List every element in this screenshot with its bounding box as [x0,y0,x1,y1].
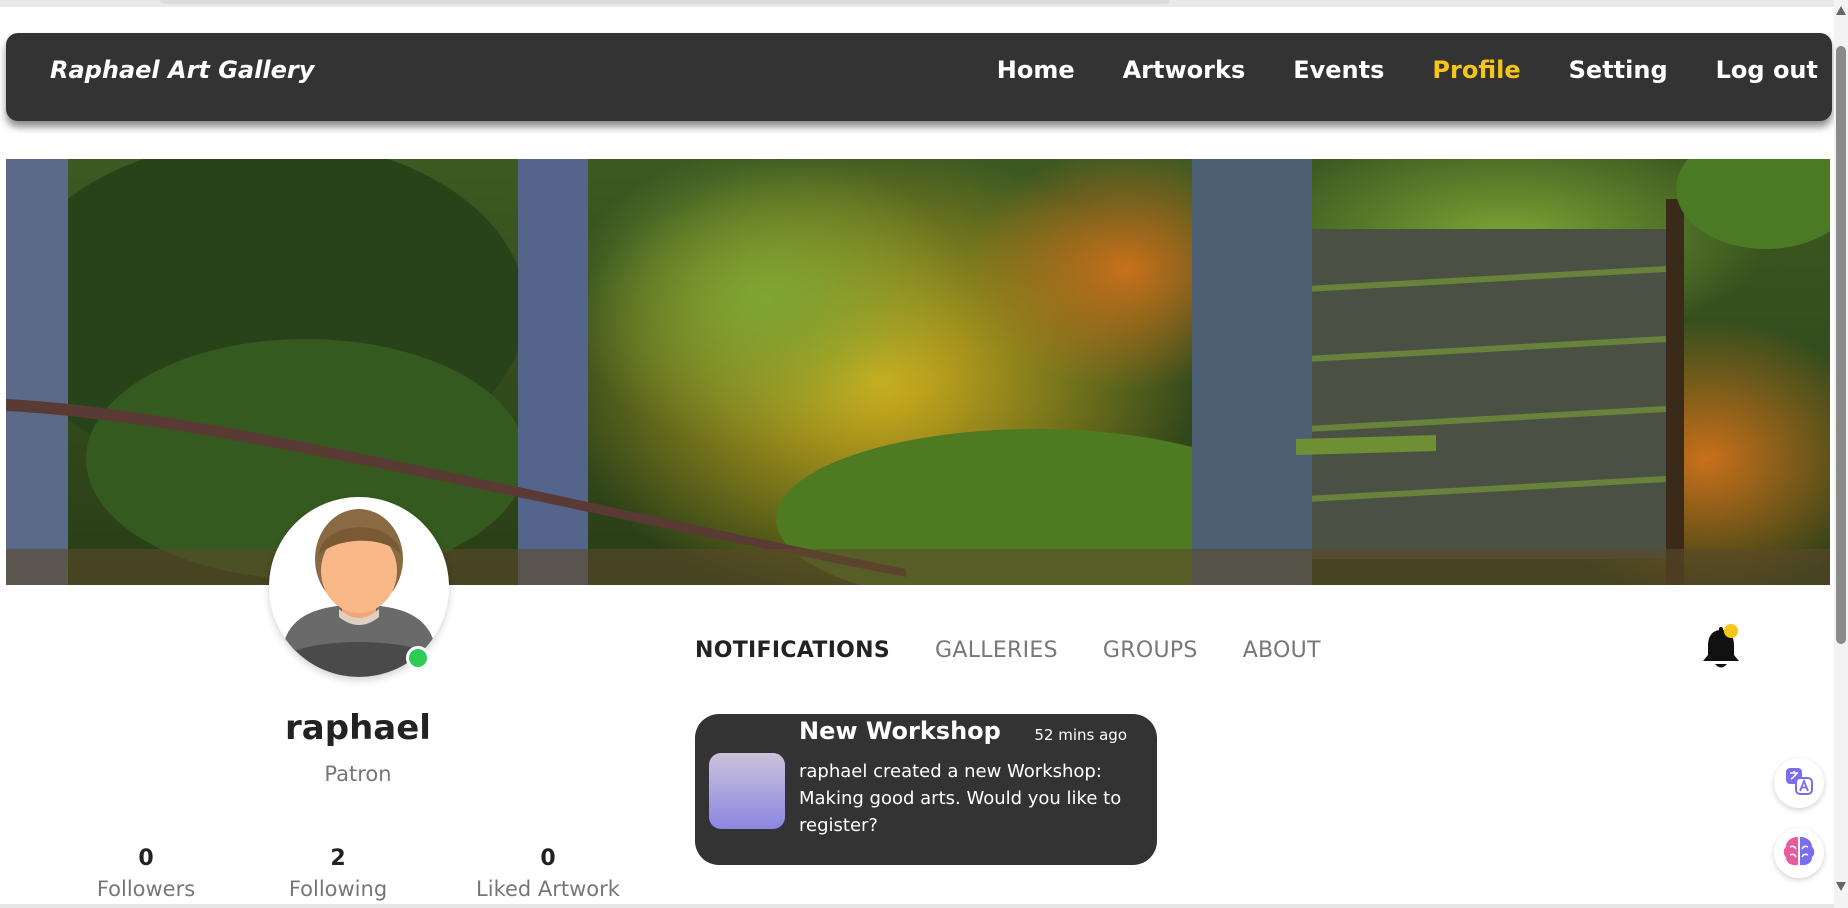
notification-card[interactable]: New Workshop 52 mins ago raphael created… [695,714,1157,865]
address-strip [160,0,1170,4]
stat-following[interactable]: 2 Following [238,846,438,901]
brand-logo[interactable]: Raphael Art Gallery [50,33,314,107]
cover-image [6,159,1830,585]
tab-galleries[interactable]: GALLERIES [935,638,1058,663]
stat-liked-artwork[interactable]: 0 Liked Artwork [448,846,648,901]
stat-followers-label: Followers [96,877,196,901]
nav-setting[interactable]: Setting [1569,56,1668,84]
nav-events[interactable]: Events [1293,56,1384,84]
nav-artworks[interactable]: Artworks [1123,56,1246,84]
profile-username: raphael [285,708,431,748]
notification-title: New Workshop [799,717,1001,745]
tab-about[interactable]: ABOUT [1243,638,1321,663]
notification-time: 52 mins ago [1034,726,1127,744]
scroll-down-arrow[interactable] [1836,882,1846,891]
nav-profile[interactable]: Profile [1432,56,1520,84]
notification-body: raphael created a new Workshop: Making g… [799,761,1122,836]
scroll-up-arrow[interactable] [1836,6,1846,15]
tab-notifications[interactable]: NOTIFICATIONS [695,638,890,663]
translate-button[interactable] [1774,758,1824,808]
stat-followers[interactable]: 0 Followers [46,846,246,901]
top-navbar: Raphael Art Gallery Home Artworks Events… [6,33,1832,121]
browser-top-bar [0,0,1848,7]
translate-icon [1784,766,1814,800]
stat-followers-value: 0 [138,846,154,871]
page-scrollbar[interactable] [1834,0,1848,908]
stat-liked-artwork-label: Liked Artwork [476,877,620,901]
stat-liked-artwork-value: 0 [540,846,556,871]
brain-icon [1781,833,1817,873]
nav-menu: Home Artworks Events Profile Setting Log… [949,33,1818,107]
ai-assistant-button[interactable] [1774,828,1824,878]
notification-badge [1724,624,1738,638]
stat-following-label: Following [288,877,388,901]
profile-tabs: NOTIFICATIONS GALLERIES GROUPS ABOUT [695,632,1366,668]
nav-logout[interactable]: Log out [1716,56,1818,84]
bottom-edge [0,904,1834,908]
profile-role: Patron [324,762,392,786]
tab-groups[interactable]: GROUPS [1103,638,1198,663]
stat-following-value: 2 [330,846,346,871]
nav-home[interactable]: Home [997,56,1075,84]
scroll-thumb[interactable] [1836,46,1846,644]
online-status-indicator [406,646,430,670]
notification-thumbnail [709,753,785,829]
